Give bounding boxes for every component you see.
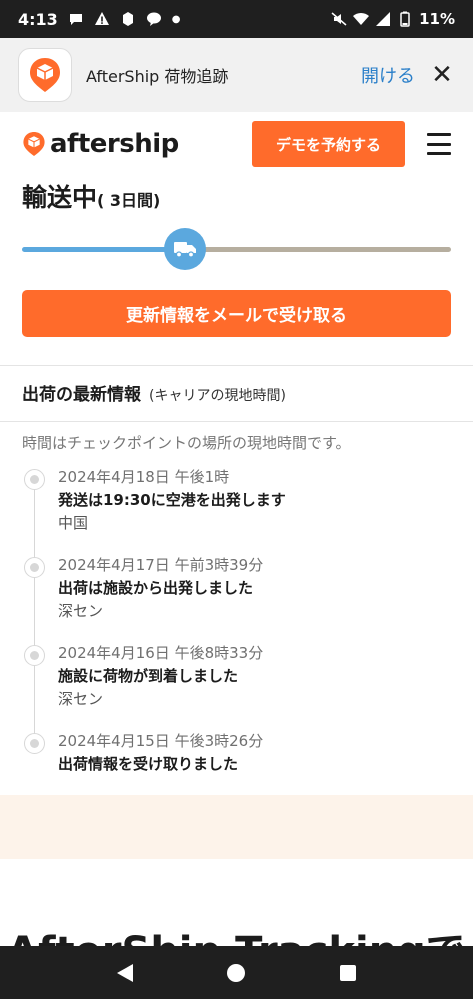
aftership-logo-icon (30, 58, 60, 92)
timeline-event: 2024年4月16日 午後8時33分 施設に荷物が到着しました 深セン (22, 642, 451, 711)
status-duration: ( 3日間) (97, 191, 161, 210)
timeline-event: 2024年4月15日 午後3時26分 出荷情報を受け取りました (22, 730, 451, 776)
event-date: 2024年4月18日 午後1時 (58, 468, 230, 486)
signal-icon (376, 12, 391, 26)
event-message: 出荷情報を受け取りました (58, 755, 239, 773)
shipment-status: 輸送中 ( 3日間) (22, 178, 160, 214)
progress-completed (22, 247, 185, 252)
timeline-dot-icon (24, 557, 45, 578)
battery-percent: 11% (419, 10, 455, 28)
event-message: 出荷は施設から出発しました (58, 579, 254, 597)
event-location: 深セン (58, 602, 104, 620)
updates-heading: 出荷の最新情報 (キャリアの現地時間) (22, 380, 286, 405)
status-label: 輸送中 (22, 183, 98, 212)
aftership-logo-icon (23, 132, 45, 156)
aftership-app-icon[interactable] (18, 48, 72, 102)
home-icon[interactable] (227, 963, 246, 982)
app-install-banner: AfterShip 荷物追跡 開ける ✕ (0, 38, 473, 112)
timeline-dot-icon (24, 469, 45, 490)
hamburger-menu-icon[interactable] (427, 133, 451, 155)
truck-icon (164, 228, 206, 270)
wifi-icon (353, 12, 370, 25)
book-demo-button[interactable]: デモを予約する (252, 121, 405, 167)
aftership-logo[interactable]: aftership (22, 129, 179, 159)
timeline-event: 2024年4月17日 午前3時39分 出荷は施設から出発しました 深セン (22, 554, 451, 623)
back-icon[interactable] (117, 963, 134, 982)
mute-icon (331, 12, 347, 26)
shipment-progress-bar (22, 226, 451, 272)
recent-apps-icon[interactable] (339, 964, 356, 981)
more-notifications-dot: ● (171, 13, 181, 25)
app-name: AfterShip 荷物追跡 (86, 67, 229, 86)
open-app-link[interactable]: 開ける (361, 62, 415, 88)
warning-icon (94, 12, 109, 25)
timezone-note: 時間はチェックポイントの場所の現地時間です。 (22, 434, 351, 452)
battery-icon (400, 11, 410, 27)
email-updates-button[interactable]: 更新情報をメールで受け取る (22, 290, 451, 337)
progress-remaining (185, 247, 451, 252)
tracking-timeline: 2024年4月18日 午後1時 発送は19:30に空港を出発します 中国 202… (22, 466, 451, 795)
event-location: 中国 (58, 514, 89, 532)
section-heading: AfterShip Trackingで (0, 922, 473, 946)
event-message: 発送は19:30に空港を出発します (58, 491, 286, 509)
section-heading-text: AfterShip Trackingで (0, 928, 473, 946)
event-date: 2024年4月17日 午前3時39分 (58, 556, 264, 574)
updates-subtitle: (キャリアの現地時間) (149, 388, 286, 404)
promo-band (0, 795, 473, 859)
logo-text: aftership (50, 129, 179, 159)
event-date: 2024年4月15日 午後3時26分 (58, 732, 264, 750)
status-time: 4:13 (18, 9, 58, 29)
chat-bubble-icon (69, 14, 82, 25)
divider (0, 365, 473, 366)
timeline-dot-icon (24, 645, 45, 666)
line-icon (146, 12, 161, 26)
app-notification-icon (122, 12, 133, 26)
updates-title: 出荷の最新情報 (22, 385, 141, 405)
status-bar: 4:13 ● 11% (0, 0, 473, 38)
timeline-dot-icon (24, 733, 45, 754)
divider (0, 421, 473, 422)
event-date: 2024年4月16日 午後8時33分 (58, 644, 264, 662)
site-header: aftership デモを予約する (0, 112, 473, 176)
event-message: 施設に荷物が到着しました (58, 667, 239, 685)
close-banner-icon[interactable]: ✕ (429, 60, 455, 90)
timeline-event: 2024年4月18日 午後1時 発送は19:30に空港を出発します 中国 (22, 466, 451, 535)
event-location: 深セン (58, 690, 104, 708)
android-nav-bar (0, 946, 473, 999)
